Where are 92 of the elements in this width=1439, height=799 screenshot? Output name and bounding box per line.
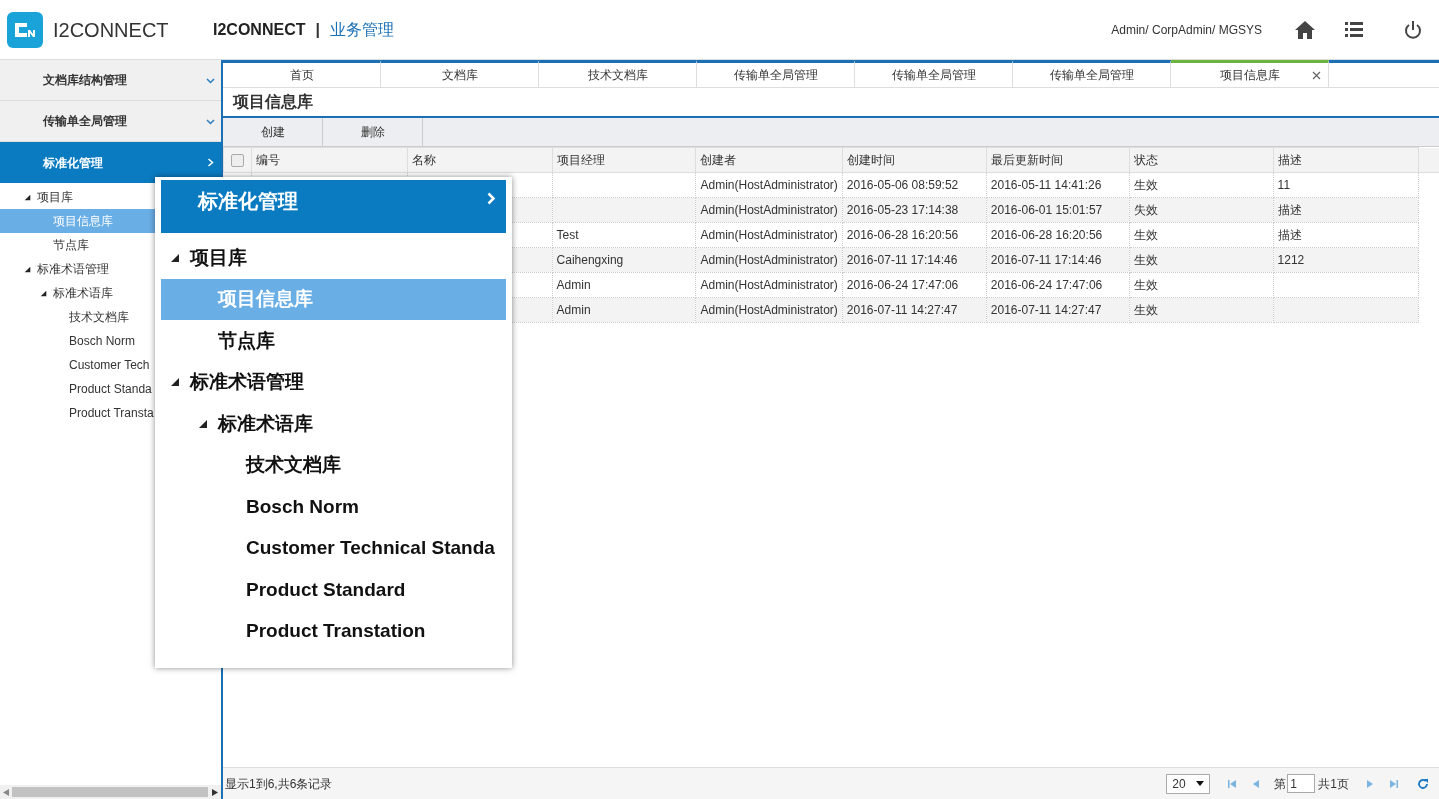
table-cell: Caihengxing	[552, 247, 696, 273]
table-cell: 2016-06-28 16:20:56	[842, 222, 987, 248]
tree-item[interactable]: Product Standard	[161, 569, 506, 611]
expanded-triangle-icon[interactable]	[24, 193, 31, 201]
table-cell: 2016-05-06 08:59:52	[842, 172, 987, 198]
table-cell: 生效	[1129, 272, 1274, 298]
table-cell: Admin(HostAdministrator)	[695, 297, 843, 323]
table-cell: 生效	[1129, 297, 1274, 323]
table-cell: 1212	[1273, 247, 1419, 273]
table-cell: 2016-06-24 17:47:06	[986, 272, 1130, 298]
close-icon[interactable]	[1312, 71, 1321, 80]
horizontal-scrollbar[interactable]	[0, 785, 221, 799]
column-header[interactable]: 编号	[251, 147, 408, 173]
scroll-right-icon[interactable]	[212, 788, 218, 796]
tab[interactable]: 传输单全局管理	[855, 60, 1013, 87]
logo-text: I2CONNECT	[53, 17, 169, 43]
expanded-triangle-icon[interactable]	[40, 289, 47, 297]
table-cell: 2016-06-01 15:01:57	[986, 197, 1130, 223]
table-cell: 2016-05-23 17:14:38	[842, 197, 987, 223]
list-icon[interactable]	[1345, 22, 1363, 37]
sidebar-menu-item[interactable]: 文档库结构管理	[0, 60, 221, 101]
tab[interactable]: 传输单全局管理	[1013, 60, 1171, 87]
table-cell: 11	[1273, 172, 1419, 198]
title-separator: |	[315, 19, 320, 40]
scroll-left-icon[interactable]	[3, 788, 9, 796]
column-header[interactable]: 最后更新时间	[986, 147, 1130, 173]
refresh-icon[interactable]	[1417, 777, 1429, 790]
column-header[interactable]: 创建时间	[842, 147, 987, 173]
chevron-right-icon	[206, 158, 215, 167]
table-cell: Test	[552, 222, 696, 248]
expanded-triangle-icon[interactable]	[24, 265, 31, 273]
column-header[interactable]: 创建者	[695, 147, 843, 173]
table-cell: 2016-07-11 17:14:46	[986, 247, 1130, 273]
table-cell: 失效	[1129, 197, 1274, 223]
table-cell: 描述	[1273, 197, 1419, 223]
page-total: 共1页	[1318, 775, 1349, 793]
table-cell: 2016-07-11 14:27:47	[986, 297, 1130, 323]
tree-item[interactable]: 节点库	[161, 320, 506, 362]
tree-item[interactable]: 标准术语库	[161, 403, 506, 445]
user-path: Admin/ CorpAdmin/ MGSYS	[1111, 21, 1262, 39]
table-cell: 2016-07-11 17:14:46	[842, 247, 987, 273]
sidebar-menu-item[interactable]: 标准化管理	[0, 142, 221, 183]
table-cell: 生效	[1129, 247, 1274, 273]
column-header[interactable]: 描述	[1273, 147, 1419, 173]
table-cell: Admin(HostAdministrator)	[695, 222, 843, 248]
sidebar-menu-item[interactable]: 传输单全局管理	[0, 101, 221, 142]
table-cell: Admin(HostAdministrator)	[695, 247, 843, 273]
page-label: 第	[1274, 775, 1287, 793]
tab[interactable]: 项目信息库	[1171, 60, 1329, 87]
app-title: I2CONNECT	[213, 19, 306, 40]
tree-item[interactable]: Bosch Norm	[161, 486, 506, 528]
tree-item[interactable]: Product Transtation	[161, 610, 506, 652]
table-cell: Admin(HostAdministrator)	[695, 172, 843, 198]
table-cell: 2016-05-11 14:41:26	[986, 172, 1130, 198]
tree-item[interactable]: 标准术语管理	[161, 361, 506, 403]
table-cell: 生效	[1129, 222, 1274, 248]
table-cell: 2016-06-28 16:20:56	[986, 222, 1130, 248]
page-field[interactable]: 1	[1287, 774, 1316, 793]
module-title: 业务管理	[329, 19, 394, 40]
tab[interactable]: 传输单全局管理	[697, 60, 855, 87]
toolbar-button[interactable]: 删除	[323, 118, 423, 146]
chevron-down-icon	[206, 75, 215, 85]
record-summary: 显示1到6,共6条记录	[225, 775, 333, 793]
column-header[interactable]: 名称	[407, 147, 553, 173]
table-cell: 生效	[1129, 172, 1274, 198]
table-cell: Admin(HostAdministrator)	[695, 272, 843, 298]
table-cell: 描述	[1273, 222, 1419, 248]
chevron-right-icon	[487, 192, 496, 205]
tree-item[interactable]: 项目库	[161, 237, 506, 279]
toolbar-button[interactable]: 创建	[223, 118, 323, 146]
caret-icon	[1196, 781, 1205, 786]
logo-icon	[7, 11, 43, 48]
expanded-triangle-icon[interactable]	[170, 252, 180, 263]
select-all-checkbox[interactable]	[231, 153, 244, 167]
home-icon[interactable]	[1294, 19, 1316, 40]
power-icon[interactable]	[1404, 19, 1422, 40]
tab[interactable]: 首页	[223, 60, 381, 87]
tab[interactable]: 技术文档库	[539, 60, 697, 87]
expanded-triangle-icon[interactable]	[170, 377, 180, 388]
table-cell: 2016-07-11 14:27:47	[842, 297, 987, 323]
column-header[interactable]: 项目经理	[552, 147, 696, 173]
tab[interactable]: 文档库	[381, 60, 539, 87]
column-header[interactable]: 状态	[1129, 147, 1274, 173]
table-cell: Admin(HostAdministrator)	[695, 197, 843, 223]
table-cell: 2016-06-24 17:47:06	[842, 272, 987, 298]
table-cell: Admin	[552, 272, 696, 298]
expanded-triangle-icon[interactable]	[198, 418, 208, 429]
tree-item[interactable]: 技术文档库	[161, 444, 506, 486]
table-cell: Admin	[552, 297, 696, 323]
tree-item[interactable]: Customer Technical Standa	[161, 527, 506, 569]
page-size-select[interactable]: 20	[1166, 773, 1211, 794]
chevron-down-icon	[206, 116, 215, 126]
